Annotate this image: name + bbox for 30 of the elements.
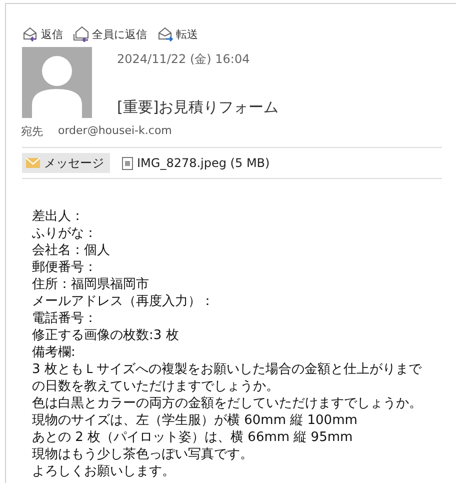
- recipient-address: order@housei-k.com: [58, 124, 172, 139]
- body-text-line: よろしくお願いします。: [32, 463, 176, 480]
- forward-icon: [157, 26, 173, 42]
- toolbar-button[interactable]: 全員に返信: [73, 26, 147, 42]
- body-text-line: 修正する画像の枚数:3 枚: [32, 327, 180, 344]
- body-text-line: 差出人：: [32, 208, 85, 225]
- body-text-line: 住所：福岡県福岡市: [32, 276, 150, 293]
- subject-text: [重要]お見積りフォーム: [117, 98, 279, 117]
- body-text-line: 会社名：個人: [32, 242, 111, 259]
- file-icon: [122, 156, 133, 170]
- attachment-tab[interactable]: メッセージ: [22, 153, 110, 173]
- toolbar-button[interactable]: 返信: [22, 26, 63, 42]
- date-text: 2024/11/22 (金) 16:04: [117, 51, 251, 68]
- envelope-icon: [26, 158, 40, 168]
- attachment-tab[interactable]: IMG_8278.jpeg (5 MB): [118, 153, 274, 173]
- reply-icon: [22, 26, 38, 42]
- toolbar-button[interactable]: 転送: [157, 26, 198, 42]
- body-text-line: 色は白黒とカラーの両方の金額をだしていただけますでしょうか。: [32, 395, 423, 412]
- body-text-line: 備考欄:: [32, 344, 76, 361]
- reply-all-icon: [73, 26, 89, 42]
- body-text-line: メールアドレス（再度入力）：: [32, 293, 215, 310]
- body-text-line: 電話番号：: [32, 310, 98, 327]
- body-text-line: 3 枚ともＬサイズへの複製をお願いした場合の金額と仕上がりまで: [32, 361, 423, 378]
- to-label: 宛先: [21, 124, 43, 139]
- body-text-line: 郵便番号：: [32, 259, 98, 276]
- body-text-line: ふりがな：: [32, 225, 98, 242]
- body-text-line: 現物はもう少し茶色っぽい写真です。: [32, 446, 254, 463]
- body-text-line: 現物のサイズは、左（学生服）が横 60mm 縦 100mm: [32, 412, 358, 429]
- body-text-line: の日数を教えていただけますでしょうか。: [32, 378, 280, 395]
- body-text-line: あとの 2 枚（パイロット姿）は、横 66mm 縦 95mm: [32, 429, 354, 446]
